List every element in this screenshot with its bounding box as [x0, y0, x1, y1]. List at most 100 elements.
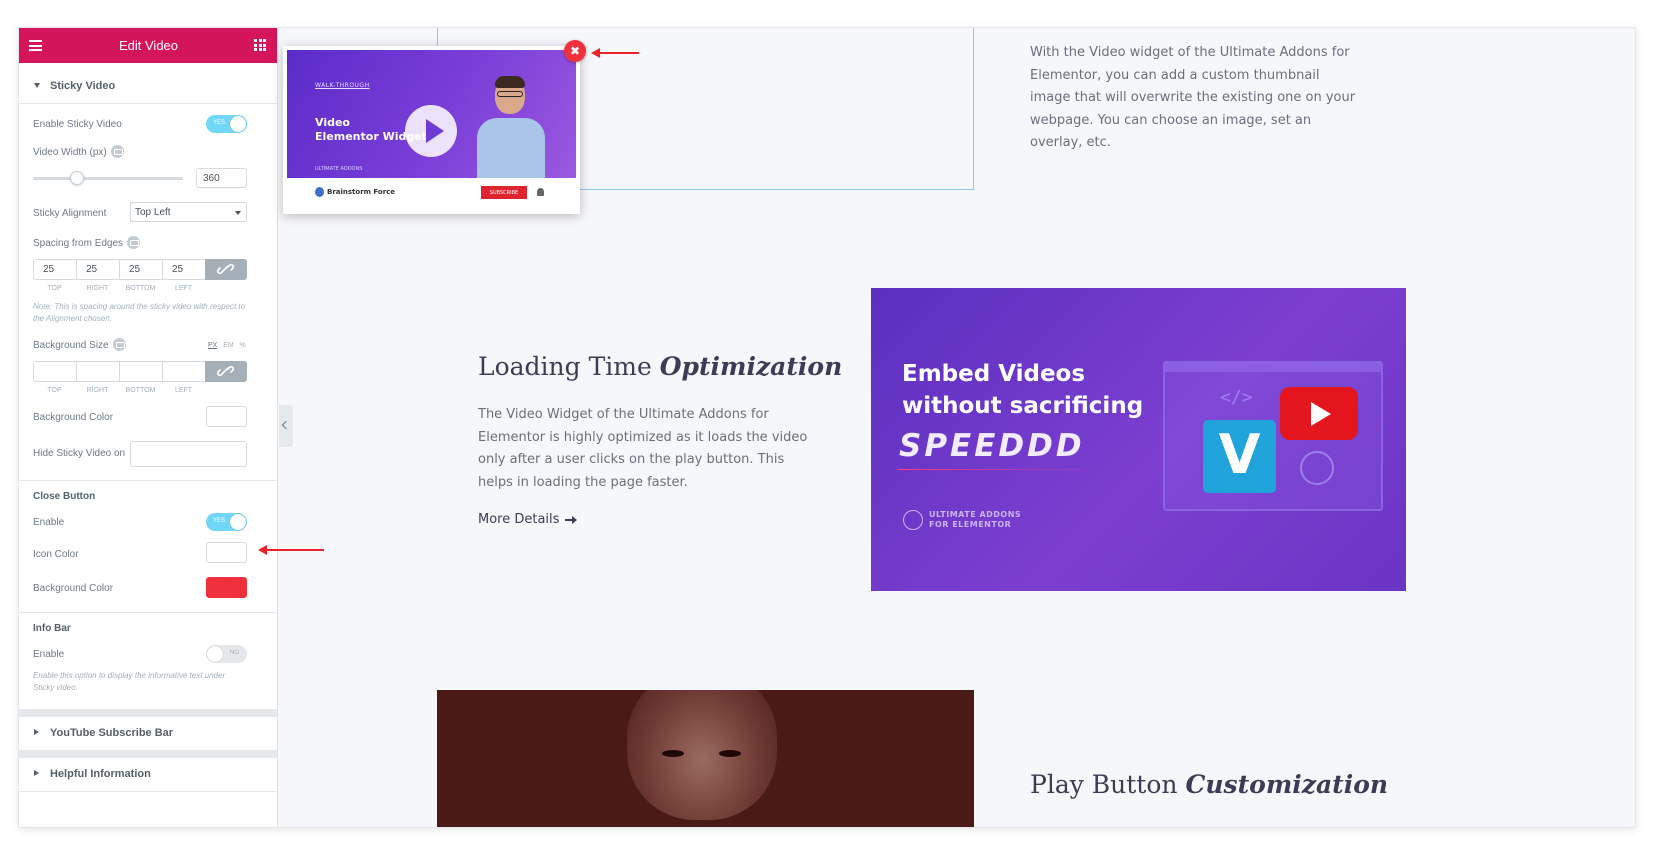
- promo-brand: ULTIMATE ADDONS FOR ELEMENTOR: [929, 510, 1022, 529]
- spacing-label-text: Spacing from Edges: [33, 238, 124, 250]
- vimeo-icon: V: [1203, 420, 1276, 493]
- subscribe-button[interactable]: SUBSCRIBE: [481, 186, 527, 199]
- spacing-label: Spacing from Edges: [33, 236, 141, 250]
- caret-right-icon: [34, 729, 39, 735]
- elementor-panel: Edit Video Sticky Video Enable Sticky Vi…: [19, 28, 278, 827]
- enable-sticky-label: Enable Sticky Video: [33, 119, 122, 130]
- close-icon[interactable]: ✖: [564, 40, 586, 62]
- presenter-image: [477, 74, 545, 178]
- panel-collapse-button[interactable]: [279, 405, 293, 447]
- toggle-text: NO: [230, 650, 239, 656]
- dim-label: BOTTOM: [125, 285, 156, 292]
- video-width-slider-handle[interactable]: [70, 171, 84, 185]
- browser-window-illustration: </> V: [1163, 361, 1383, 511]
- dim-label: RIGHT: [86, 285, 109, 292]
- video-walkthrough-label: WALK-THROUGH: [315, 82, 370, 89]
- unit-em[interactable]: EM: [223, 342, 234, 349]
- toggle-knob: [230, 514, 246, 530]
- youtube-icon: [1280, 387, 1358, 440]
- video-thumbnail[interactable]: WALK-THROUGH Video Elementor Widget ULTI…: [287, 50, 576, 178]
- bell-icon[interactable]: [537, 188, 544, 196]
- portrait-eye: [719, 750, 741, 757]
- bg-color-picker[interactable]: [206, 406, 247, 427]
- widgets-grid-icon[interactable]: [254, 39, 266, 51]
- more-details-link[interactable]: More Details: [478, 512, 578, 527]
- code-icon: </>: [1220, 387, 1253, 408]
- close-enable-toggle[interactable]: YES: [206, 513, 247, 531]
- portrait-eye: [662, 750, 684, 757]
- section-gap: [19, 750, 277, 758]
- channel-name: Brainstorm Force: [327, 188, 396, 196]
- unit-percent[interactable]: %: [240, 342, 246, 349]
- top-paragraph: With the Video widget of the Ultimate Ad…: [1030, 45, 1356, 150]
- spacing-dim-labels: TOP RIGHT BOTTOM LEFT: [33, 285, 205, 292]
- hide-sticky-label: Hide Sticky Video on: [33, 448, 126, 459]
- toggle-text: YES: [213, 120, 226, 126]
- divider: [19, 480, 277, 481]
- unit-px[interactable]: PX: [208, 342, 217, 349]
- info-note: Enable this option to display the inform…: [33, 671, 226, 692]
- presenter-glasses: [497, 91, 523, 97]
- toggle-knob: [230, 116, 246, 132]
- dim-label: RIGHT: [86, 387, 109, 394]
- section-helpful-info[interactable]: Helpful Information: [19, 758, 277, 792]
- ua-logo-icon: [903, 510, 923, 530]
- responsive-icon[interactable]: [110, 145, 124, 158]
- bg-size-top-input[interactable]: [33, 361, 76, 382]
- info-bar-heading: Info Bar: [33, 623, 71, 634]
- bg-size-right-input[interactable]: [76, 361, 119, 382]
- info-enable-toggle[interactable]: NO: [206, 645, 247, 663]
- link-values-icon[interactable]: [205, 361, 247, 382]
- heading-regular: Play Button: [1030, 770, 1186, 799]
- next-section-heading: Play Button Customization: [1030, 770, 1388, 799]
- close-bg-color-picker[interactable]: [206, 577, 247, 598]
- video-width-input[interactable]: 360: [196, 168, 247, 188]
- bg-size-label: Background Size: [33, 338, 126, 352]
- hide-sticky-select[interactable]: [130, 441, 247, 467]
- section-sticky-video[interactable]: Sticky Video: [19, 70, 277, 104]
- spacing-bottom-input[interactable]: 25: [119, 259, 162, 280]
- bg-color-label: Background Color: [33, 412, 114, 423]
- link-values-icon[interactable]: [205, 259, 247, 280]
- spacing-top-input[interactable]: 25: [33, 259, 76, 280]
- enable-sticky-toggle[interactable]: YES: [206, 115, 247, 133]
- close-button-heading: Close Button: [33, 491, 96, 502]
- promo-title: Embed Videos without sacrificing: [902, 361, 1144, 419]
- dim-label: TOP: [47, 387, 62, 394]
- dim-label: TOP: [47, 285, 62, 292]
- presenter-hair: [495, 76, 525, 88]
- icon-color-picker[interactable]: [206, 542, 247, 563]
- dim-label: LEFT: [174, 387, 193, 394]
- promo-underline: [897, 469, 1107, 470]
- panel-header: Edit Video: [19, 28, 277, 63]
- bg-size-dim-labels: TOP RIGHT BOTTOM LEFT: [33, 387, 205, 394]
- dim-label: BOTTOM: [125, 387, 156, 394]
- spacing-left-input[interactable]: 25: [162, 259, 205, 280]
- youtube-subscribe-bar: Brainstorm Force SUBSCRIBE: [287, 178, 576, 210]
- section-paragraph: The Video Widget of the Ultimate Addons …: [478, 407, 808, 490]
- sticky-alignment-select[interactable]: Top Left: [130, 202, 247, 222]
- more-details-text: More Details: [478, 512, 560, 527]
- divider: [19, 612, 277, 613]
- heading-regular: Loading Time: [478, 352, 660, 381]
- play-circle-icon: [1300, 451, 1334, 485]
- portrait-image: [437, 690, 974, 827]
- portrait-face: [627, 690, 777, 820]
- sticky-video-player[interactable]: WALK-THROUGH Video Elementor Widget ULTI…: [283, 46, 580, 214]
- bg-size-bottom-input[interactable]: [119, 361, 162, 382]
- heading-italic: Optimization: [659, 352, 843, 381]
- responsive-icon[interactable]: [112, 338, 126, 351]
- dim-label: LEFT: [174, 285, 193, 292]
- bg-size-left-input[interactable]: [162, 361, 205, 382]
- select-value: Top Left: [135, 207, 171, 218]
- section-gap: [19, 709, 277, 717]
- section-heading: Loading Time Optimization: [478, 352, 842, 381]
- section-youtube-subscribe[interactable]: YouTube Subscribe Bar: [19, 717, 277, 751]
- caret-right-icon: [34, 770, 39, 776]
- spacing-right-input[interactable]: 25: [76, 259, 119, 280]
- play-button-icon[interactable]: [405, 105, 457, 157]
- video-width-label: Video Width (px): [33, 145, 124, 159]
- video-width-slider-track[interactable]: [33, 177, 183, 180]
- responsive-icon[interactable]: [127, 236, 141, 249]
- toggle-knob: [207, 646, 223, 662]
